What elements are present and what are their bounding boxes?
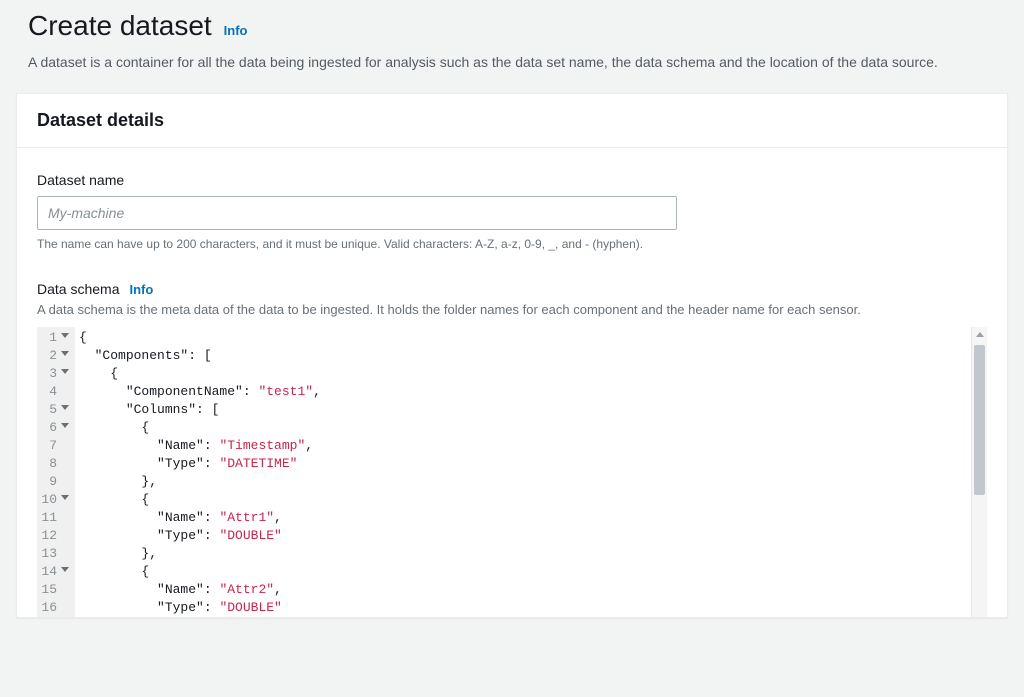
code-line[interactable]: {: [75, 365, 971, 383]
gutter-line: 5: [37, 401, 71, 419]
dataset-details-panel: Dataset details Dataset name The name ca…: [16, 93, 1008, 618]
fold-icon[interactable]: [61, 495, 69, 500]
schema-info-link[interactable]: Info: [129, 282, 153, 297]
code-line[interactable]: {: [75, 491, 971, 509]
page-title: Create dataset: [28, 10, 212, 42]
code-body[interactable]: { "Components": [ { "ComponentName": "te…: [75, 327, 971, 617]
dataset-name-input[interactable]: [37, 196, 677, 230]
fold-icon[interactable]: [61, 351, 69, 356]
gutter-line: 12: [37, 527, 71, 545]
gutter-line: 7: [37, 437, 71, 455]
page-info-link[interactable]: Info: [224, 23, 248, 38]
gutter-line: 2: [37, 347, 71, 365]
code-gutter: 12345678910111213141516: [37, 327, 75, 617]
data-schema-field: Data schema Info A data schema is the me…: [37, 281, 987, 617]
fold-icon[interactable]: [61, 567, 69, 572]
page-description: A dataset is a container for all the dat…: [28, 52, 988, 73]
scroll-up-icon[interactable]: [972, 327, 987, 343]
code-line[interactable]: "Columns": [: [75, 401, 971, 419]
code-line[interactable]: "Name": "Attr2",: [75, 581, 971, 599]
panel-title: Dataset details: [37, 110, 987, 131]
data-schema-description: A data schema is the meta data of the da…: [37, 301, 987, 319]
gutter-line: 16: [37, 599, 71, 617]
dataset-name-hint: The name can have up to 200 characters, …: [37, 236, 987, 253]
panel-header: Dataset details: [17, 94, 1007, 148]
code-line[interactable]: "Name": "Timestamp",: [75, 437, 971, 455]
code-line[interactable]: {: [75, 419, 971, 437]
code-line[interactable]: },: [75, 545, 971, 563]
code-line[interactable]: {: [75, 329, 971, 347]
schema-code-editor[interactable]: 12345678910111213141516 { "Components": …: [37, 327, 987, 617]
code-line[interactable]: },: [75, 473, 971, 491]
gutter-line: 15: [37, 581, 71, 599]
code-line[interactable]: "Name": "Attr1",: [75, 509, 971, 527]
gutter-line: 1: [37, 329, 71, 347]
code-line[interactable]: "Components": [: [75, 347, 971, 365]
code-line[interactable]: "ComponentName": "test1",: [75, 383, 971, 401]
editor-scrollbar[interactable]: [971, 327, 987, 617]
gutter-line: 13: [37, 545, 71, 563]
code-line[interactable]: "Type": "DATETIME": [75, 455, 971, 473]
data-schema-label: Data schema: [37, 281, 119, 297]
fold-icon[interactable]: [61, 333, 69, 338]
code-line[interactable]: {: [75, 563, 971, 581]
page-header: Create dataset Info A dataset is a conta…: [8, 0, 1016, 93]
gutter-line: 9: [37, 473, 71, 491]
dataset-name-label: Dataset name: [37, 172, 987, 188]
gutter-line: 4: [37, 383, 71, 401]
fold-icon[interactable]: [61, 405, 69, 410]
scroll-thumb[interactable]: [974, 345, 985, 495]
fold-icon[interactable]: [61, 369, 69, 374]
code-line[interactable]: "Type": "DOUBLE": [75, 527, 971, 545]
code-line[interactable]: "Type": "DOUBLE": [75, 599, 971, 617]
gutter-line: 10: [37, 491, 71, 509]
gutter-line: 3: [37, 365, 71, 383]
gutter-line: 14: [37, 563, 71, 581]
fold-icon[interactable]: [61, 423, 69, 428]
dataset-name-field: Dataset name The name can have up to 200…: [37, 172, 987, 253]
gutter-line: 11: [37, 509, 71, 527]
gutter-line: 8: [37, 455, 71, 473]
gutter-line: 6: [37, 419, 71, 437]
